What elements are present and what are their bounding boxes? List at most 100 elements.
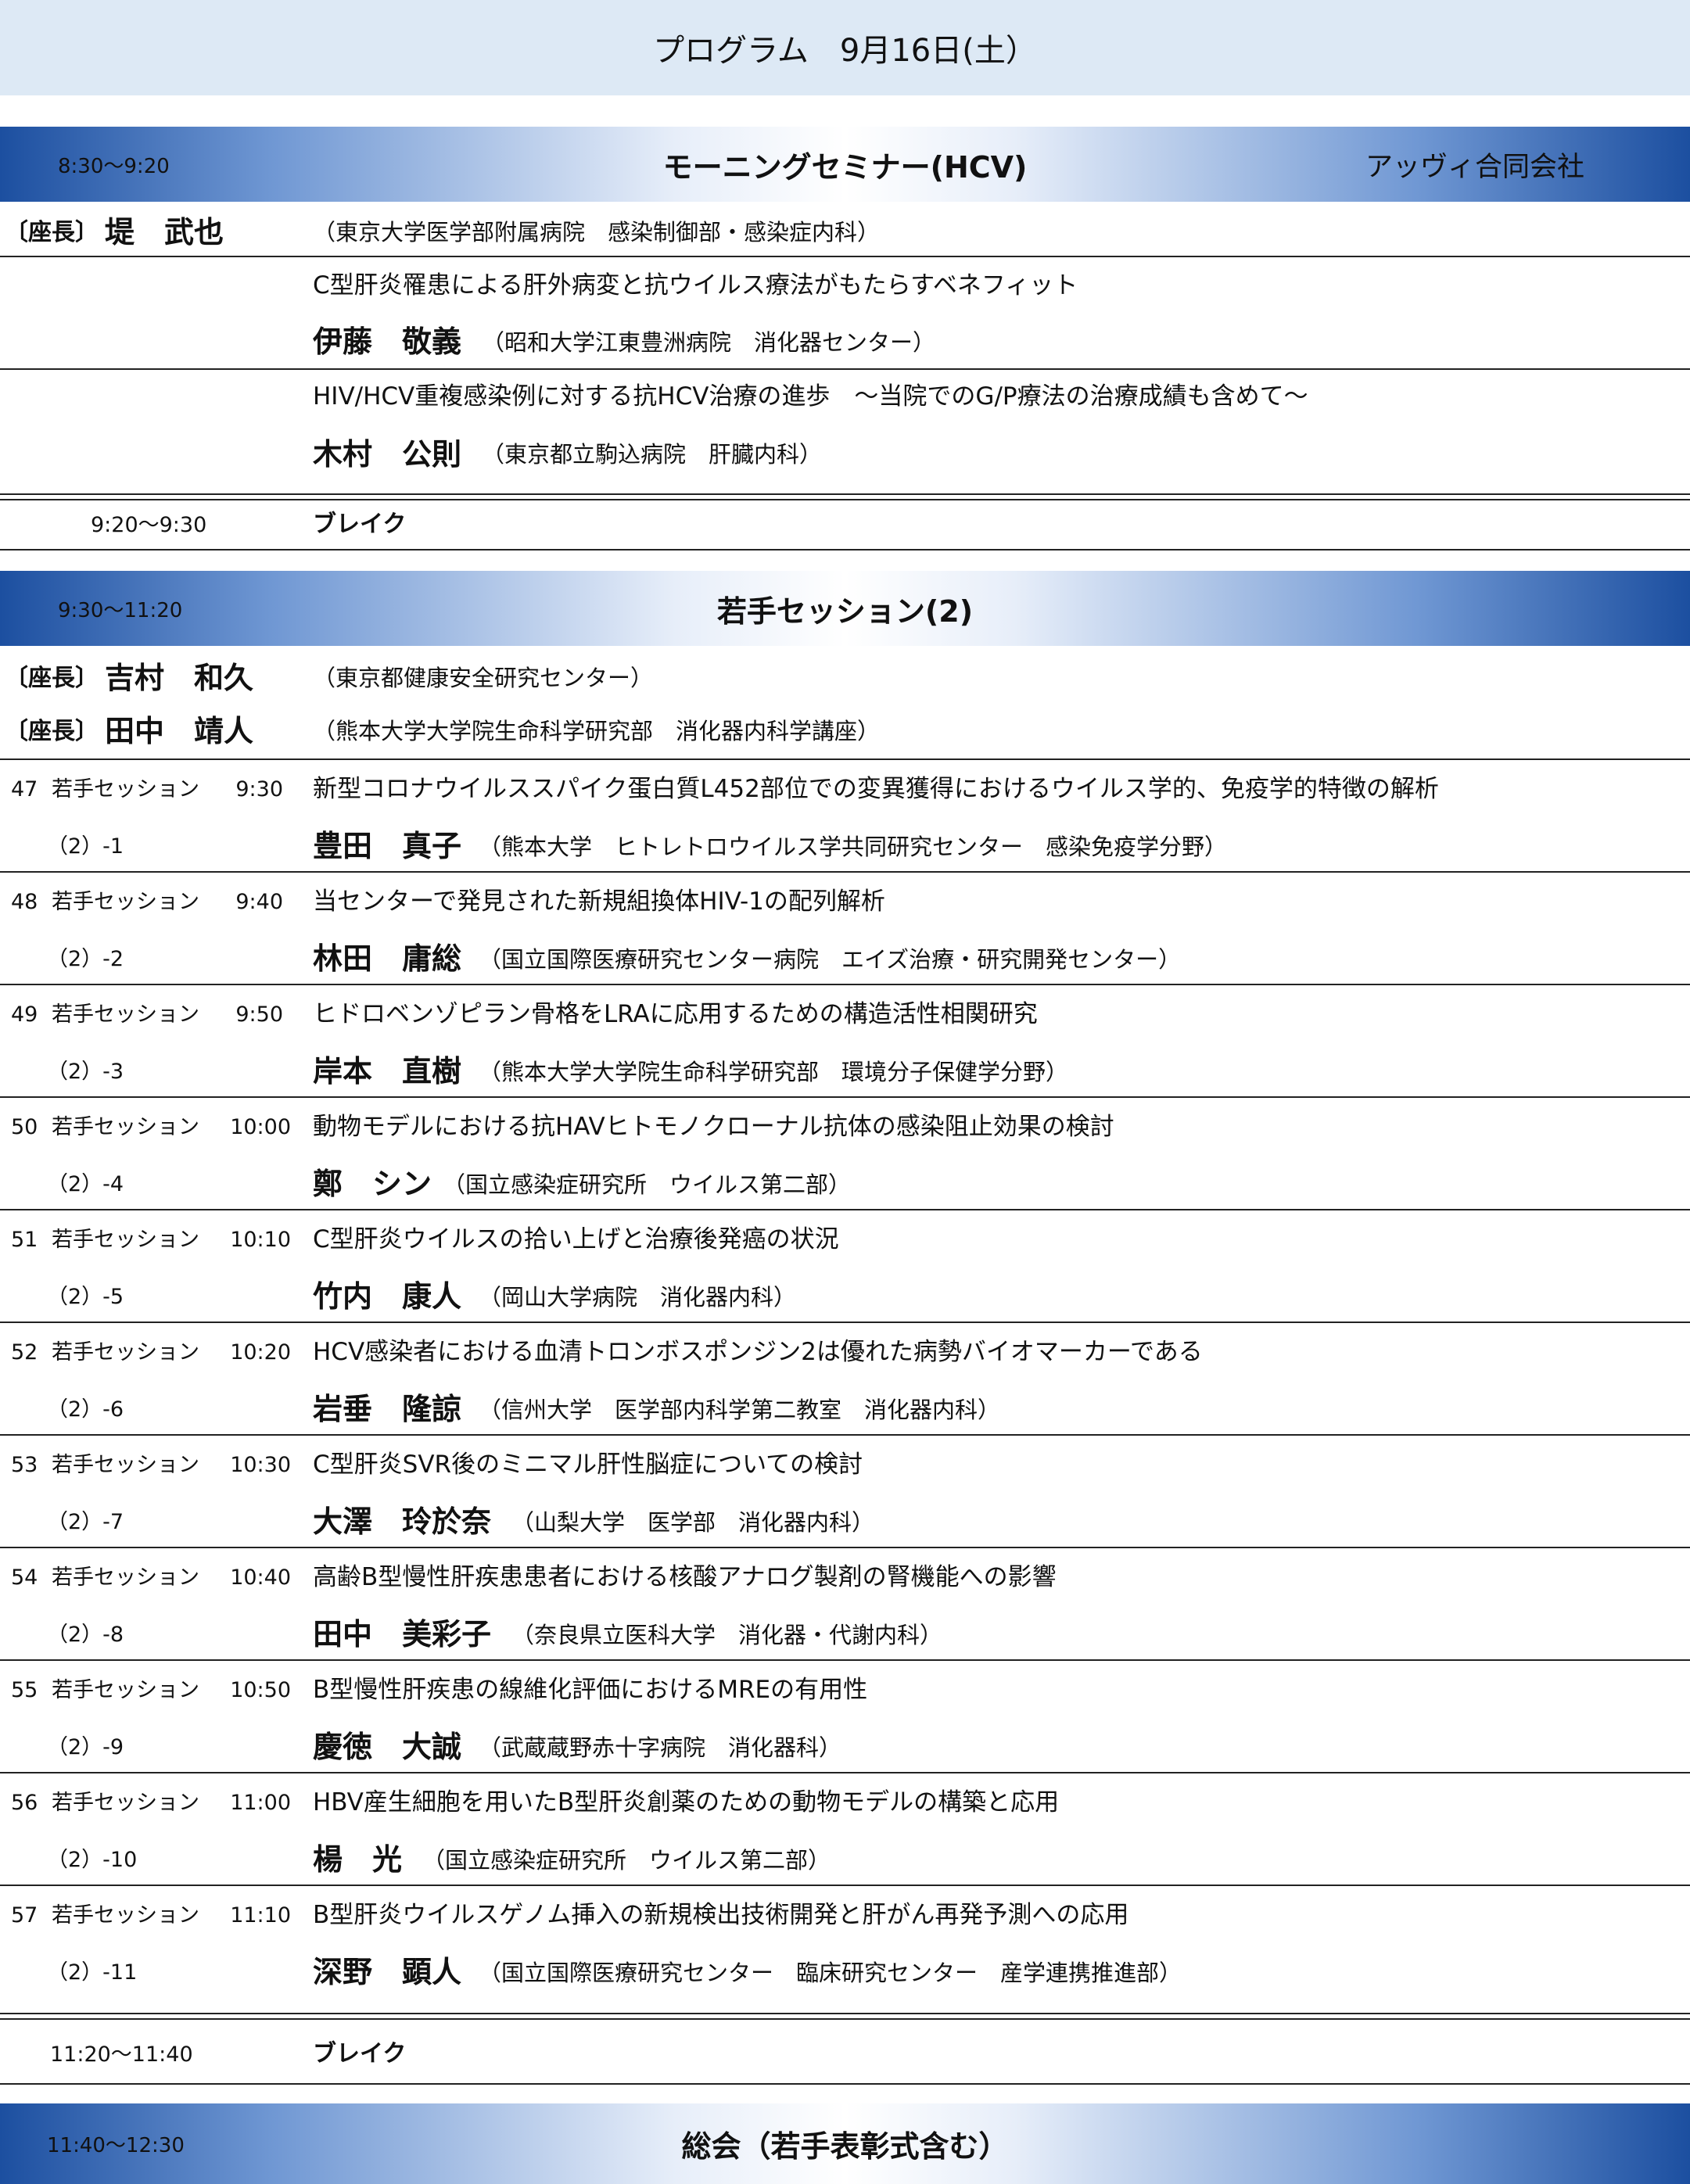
- break-label: ブレイク: [313, 2040, 407, 2067]
- row-divider: [0, 1322, 1690, 1323]
- talk-number: 48: [11, 890, 38, 914]
- talk-number: 57: [11, 1903, 38, 1928]
- talk-number: 49: [11, 1002, 38, 1027]
- speaker-affiliation: （奈良県立医科大学 消化器・代謝内科）: [511, 1622, 943, 1648]
- talk-number: 54: [11, 1565, 38, 1590]
- session-title: 若手セッション(2): [716, 594, 974, 629]
- talk-title: HIV/HCV重複感染例に対する抗HCV治療の進歩 ～当院でのG/P療法の治療成…: [313, 382, 1308, 411]
- talk-sub-number: （2）-3: [47, 1060, 124, 1084]
- speaker-name: 伊藤 敬義: [313, 325, 462, 359]
- session-title: 総会（若手表彰式含む）: [681, 2129, 1009, 2164]
- row-divider: [0, 984, 1690, 985]
- talk-sub-number: （2）-6: [47, 1397, 124, 1422]
- section-divider: [0, 493, 1690, 500]
- chair-tag: 〔座長〕: [5, 219, 99, 246]
- talk-time: 10:40: [230, 1565, 291, 1590]
- talk-title: C型肝炎ウイルスの拾い上げと治療後発癌の状況: [313, 1225, 839, 1253]
- row-divider: [0, 2083, 1690, 2085]
- row-divider: [0, 1772, 1690, 1773]
- talk-title: C型肝炎罹患による肝外病変と抗ウイルス療法がもたらすベネフィット: [313, 271, 1078, 299]
- speaker-name: 楊 光: [313, 1842, 403, 1877]
- talk-session: 若手セッション: [52, 777, 199, 802]
- chair-tag: 〔座長〕: [5, 718, 99, 745]
- talk-title: 新型コロナウイルススパイク蛋白質L452部位での変異獲得におけるウイルス学的、免…: [313, 775, 1439, 803]
- speaker-name: 田中 美彩子: [313, 1617, 492, 1651]
- talk-title: B型肝炎ウイルスゲノム挿入の新規検出技術開発と肝がん再発予測への応用: [313, 1901, 1129, 1929]
- talk-sub-number: （2）-8: [47, 1623, 124, 1647]
- row-divider: [0, 256, 1690, 257]
- section-divider: [0, 2013, 1690, 2020]
- talk-session: 若手セッション: [52, 1340, 199, 1365]
- talk-session: 若手セッション: [52, 890, 199, 914]
- speaker-name: 大澤 玲於奈: [313, 1504, 492, 1539]
- page-title: プログラム 9月16日(土）: [0, 0, 1690, 95]
- talk-time: 9:40: [235, 890, 283, 914]
- speaker-name: 竹内 康人: [313, 1279, 462, 1314]
- break-label: ブレイク: [313, 511, 407, 538]
- talk-sub-number: （2）-7: [47, 1510, 124, 1534]
- talk-session: 若手セッション: [52, 1791, 199, 1815]
- speaker-name: 深野 顕人: [313, 1955, 462, 1989]
- chair-affiliation: （熊本大学大学院生命科学研究部 消化器内科学講座）: [313, 718, 881, 744]
- chair-tag: 〔座長〕: [5, 665, 99, 692]
- row-divider: [0, 1434, 1690, 1436]
- row-divider: [0, 1096, 1690, 1098]
- talk-time: 10:10: [230, 1228, 291, 1252]
- talk-title: B型慢性肝疾患の線維化評価におけるMREの有用性: [313, 1676, 868, 1704]
- talk-number: 52: [11, 1340, 38, 1365]
- talk-title: 当センターで発見された新規組換体HIV-1の配列解析: [313, 888, 885, 916]
- talk-session: 若手セッション: [52, 1115, 199, 1139]
- session-sponsor: アッヴィ合同会社: [1365, 151, 1584, 183]
- talk-title: HCV感染者における血清トロンボスポンジン2は優れた病勢バイオマーカーである: [313, 1338, 1203, 1366]
- row-divider: [0, 1885, 1690, 1886]
- talk-title: ヒドロベンゾピラン骨格をLRAに応用するための構造活性相関研究: [313, 1000, 1038, 1028]
- speaker-name: 慶徳 大誠: [313, 1730, 462, 1764]
- speaker-affiliation: （国立感染症研究所 ウイルス第二部）: [443, 1171, 852, 1198]
- chair-name: 吉村 和久: [105, 661, 254, 695]
- speaker-affiliation: （山梨大学 医学部 消化器内科）: [511, 1509, 875, 1536]
- talk-number: 53: [11, 1453, 38, 1477]
- talk-time: 11:00: [230, 1791, 291, 1815]
- talk-sub-number: （2）-10: [47, 1848, 138, 1872]
- speaker-affiliation: （武蔵蔵野赤十字病院 消化器科）: [479, 1734, 842, 1761]
- speaker-name: 豊田 真子: [313, 829, 462, 863]
- speaker-affiliation: （国立感染症研究所 ウイルス第二部）: [422, 1847, 831, 1874]
- talk-title: C型肝炎SVR後のミニマル肝性脳症についての検討: [313, 1451, 863, 1479]
- row-divider: [0, 1547, 1690, 1548]
- row-divider: [0, 368, 1690, 370]
- talk-session: 若手セッション: [52, 1565, 199, 1590]
- talk-session: 若手セッション: [52, 1228, 199, 1252]
- speaker-affiliation: （昭和大学江東豊洲病院 消化器センター）: [482, 329, 936, 356]
- talk-sub-number: （2）-4: [47, 1172, 124, 1196]
- speaker-affiliation: （信州大学 医学部内科学第二教室 消化器内科）: [479, 1397, 1001, 1423]
- talk-number: 56: [11, 1791, 38, 1815]
- speaker-affiliation: （岡山大学病院 消化器内科）: [479, 1284, 797, 1311]
- speaker-name: 木村 公則: [313, 437, 462, 472]
- speaker-name: 鄭 シン: [313, 1167, 432, 1201]
- speaker-affiliation: （国立国際医療研究センター病院 エイズ治療・研究開発センター）: [479, 946, 1182, 973]
- row-divider: [0, 1209, 1690, 1210]
- chair-name: 田中 靖人: [105, 714, 254, 748]
- talk-title: 動物モデルにおける抗HAVヒトモノクローナル抗体の感染阻止効果の検討: [313, 1113, 1114, 1141]
- talk-session: 若手セッション: [52, 1453, 199, 1477]
- chair-affiliation: （東京都健康安全研究センター）: [313, 665, 654, 691]
- talk-sub-number: （2）-5: [47, 1285, 124, 1309]
- talk-number: 50: [11, 1115, 38, 1139]
- speaker-affiliation: （国立国際医療研究センター 臨床研究センター 産学連携推進部）: [479, 1960, 1182, 1986]
- talk-number: 47: [11, 777, 38, 802]
- chair-name: 堤 武也: [105, 215, 224, 249]
- break-time: 9:20～9:30: [91, 513, 207, 537]
- speaker-affiliation: （東京都立駒込病院 肝臓内科）: [482, 441, 823, 468]
- row-divider: [0, 758, 1690, 760]
- talk-number: 55: [11, 1678, 38, 1702]
- talk-time: 9:50: [235, 1002, 283, 1027]
- speaker-affiliation: （熊本大学大学院生命科学研究部 環境分子保健学分野）: [479, 1059, 1069, 1085]
- chair-affiliation: （東京大学医学部附属病院 感染制御部・感染症内科）: [313, 219, 881, 246]
- talk-title: 高齢B型慢性肝疾患患者における核酸アナログ製剤の腎機能への影響: [313, 1563, 1057, 1591]
- speaker-name: 岩垂 隆諒: [313, 1392, 462, 1426]
- session-header-general: 11:40～12:30 総会（若手表彰式含む）: [0, 2103, 1690, 2184]
- talk-session: 若手セッション: [52, 1903, 199, 1928]
- talk-session: 若手セッション: [52, 1002, 199, 1027]
- talk-time: 10:50: [230, 1678, 291, 1702]
- talk-number: 51: [11, 1228, 38, 1252]
